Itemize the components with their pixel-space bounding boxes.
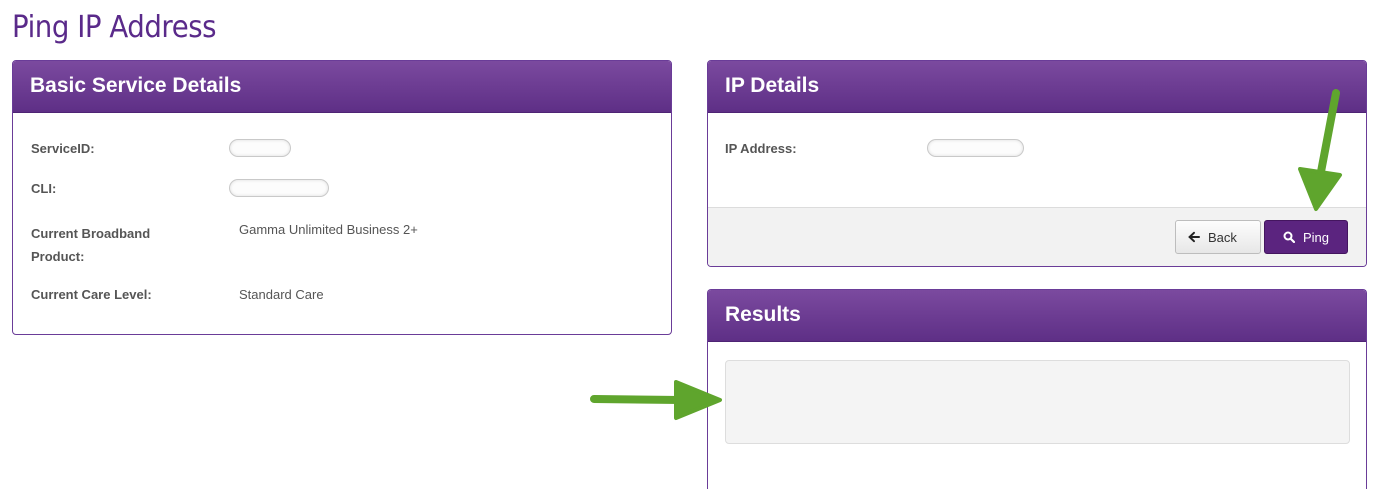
search-icon	[1283, 231, 1295, 243]
back-button-label: Back	[1208, 229, 1237, 245]
ip-details-panel: IP Details IP Address: Back Ping	[707, 60, 1367, 267]
results-panel: Results	[707, 289, 1367, 489]
broadband-product-label-line1: Current Broadband	[31, 226, 151, 241]
broadband-product-label: Current Broadband Product:	[31, 222, 150, 268]
annotation-arrow-to-results	[590, 380, 722, 420]
broadband-product-value: Gamma Unlimited Business 2+	[239, 222, 418, 237]
results-heading: Results	[708, 290, 1366, 342]
basic-service-panel: Basic Service Details ServiceID: CLI: Cu…	[12, 60, 672, 335]
broadband-product-label-line2: Product:	[31, 249, 85, 264]
arrow-left-icon	[1188, 231, 1200, 243]
results-output	[725, 360, 1350, 444]
ip-address-label: IP Address:	[725, 141, 797, 156]
service-id-value-redacted	[229, 139, 291, 157]
cli-value-redacted	[229, 179, 329, 197]
basic-service-heading: Basic Service Details	[13, 61, 671, 113]
ip-details-heading: IP Details	[708, 61, 1366, 113]
care-level-value: Standard Care	[239, 287, 324, 302]
service-id-label: ServiceID:	[31, 141, 95, 156]
ping-button-label: Ping	[1302, 229, 1330, 245]
back-button[interactable]: Back	[1175, 220, 1261, 254]
care-level-label: Current Care Level:	[31, 287, 152, 302]
page-title: Ping IP Address	[12, 10, 217, 45]
ip-address-value-redacted	[927, 139, 1024, 157]
annotation-arrow-to-ping	[1298, 89, 1342, 211]
ip-details-footer: Back Ping	[708, 207, 1366, 266]
cli-label: CLI:	[31, 181, 57, 196]
ping-button[interactable]: Ping	[1264, 220, 1348, 254]
